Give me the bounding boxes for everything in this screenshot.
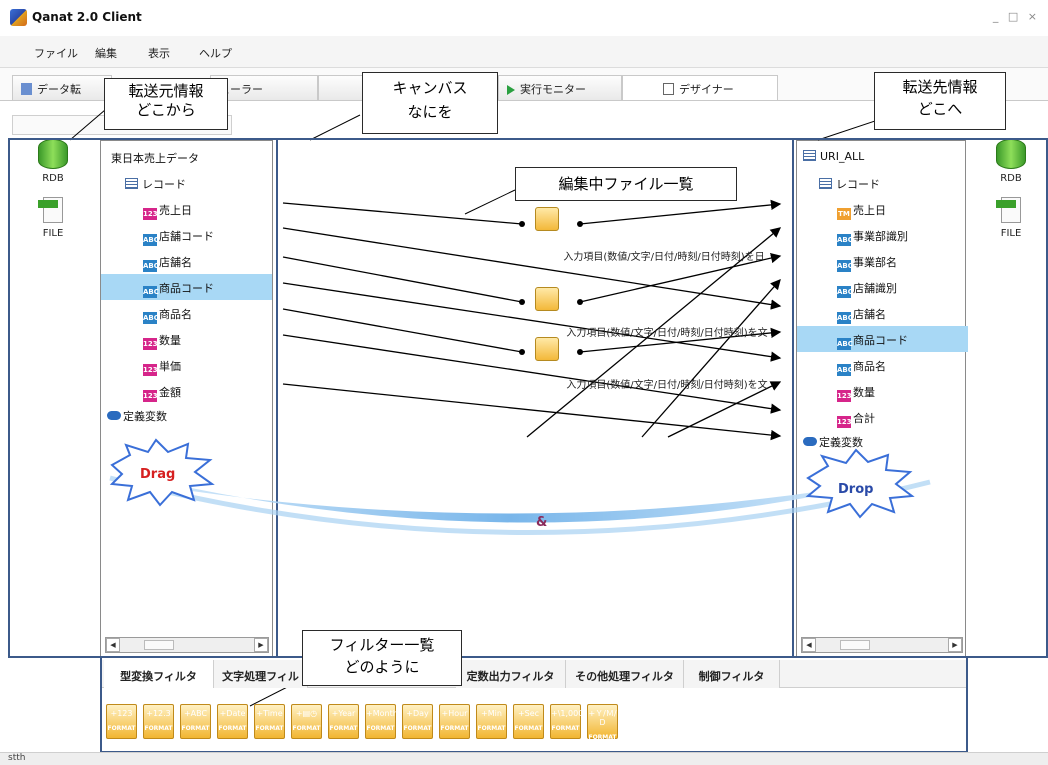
callout-filters-line1: フィルター一覧 — [329, 636, 435, 654]
workspace-outline — [8, 138, 1048, 658]
callout-target: 転送先情報 どこへ — [874, 72, 1006, 130]
status-bar: stth — [0, 752, 1048, 765]
callout-target-line2: どこへ — [917, 100, 963, 118]
callout-filters-line2: どのように — [344, 658, 420, 676]
callout-files: 編集中ファイル一覧 — [515, 167, 737, 201]
callout-source-line1: 転送元情報 — [128, 82, 204, 100]
callout-source: 転送元情報 どこから — [104, 78, 228, 130]
callout-canvas-line1: キャンバス — [392, 79, 468, 97]
callout-canvas: キャンバス なにを — [362, 72, 498, 134]
callout-target-line1: 転送先情報 — [902, 78, 978, 96]
filter-outline — [100, 656, 968, 753]
callout-filters: フィルター一覧 どのように — [302, 630, 462, 686]
callout-source-line2: どこから — [136, 101, 196, 119]
callout-canvas-line2: なにを — [407, 103, 453, 121]
callout-files-text: 編集中ファイル一覧 — [558, 175, 694, 193]
